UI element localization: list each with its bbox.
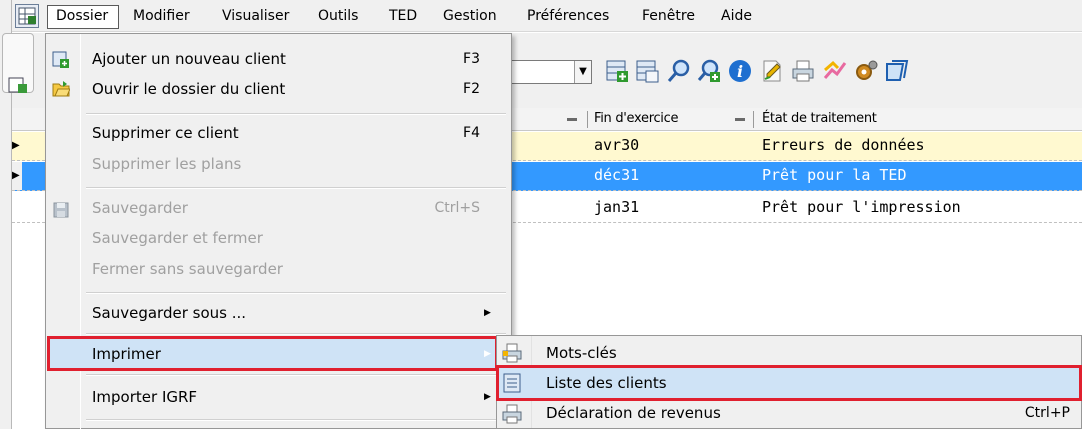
menu-item-sauvegarder-sous[interactable]: Sauvegarder sous ... [92, 304, 246, 322]
menu-aide[interactable]: Aide [721, 8, 752, 24]
add-client-toolbar-icon[interactable] [604, 58, 630, 84]
column-collapse-icon[interactable] [735, 118, 745, 121]
chevron-down-icon[interactable]: ▼ [574, 61, 591, 83]
column-header-etat[interactable]: État de traitement [762, 111, 877, 126]
shortcut-ctrl-p: Ctrl+P [1024, 405, 1070, 421]
menu-dossier[interactable]: Dossier [56, 8, 108, 24]
submenu-arrow-icon: ▶ [484, 308, 491, 318]
menu-separator [86, 292, 506, 294]
shortcut-f3: F3 [463, 51, 480, 67]
menu-separator [86, 419, 506, 421]
printer-icon [502, 343, 522, 363]
menu-item-sauvegarder: Sauvegarder [92, 199, 188, 217]
column-header-fin-exercice[interactable]: Fin d'exercice [594, 111, 678, 126]
client-tab-icon [8, 77, 27, 93]
menu-separator [86, 187, 506, 189]
submenu-item-liste-clients[interactable]: Liste des clients [546, 374, 667, 392]
client-list-icon [503, 373, 521, 393]
cell-fin-exercice: avr30 [594, 136, 640, 154]
info-icon[interactable]: i [727, 58, 753, 84]
menu-item-imprimer[interactable]: Imprimer [92, 345, 161, 363]
column-separator [587, 111, 588, 128]
menu-outils[interactable]: Outils [318, 8, 358, 24]
menu-preferences[interactable]: Préférences [527, 8, 609, 24]
cell-etat: Prêt pour l'impression [762, 198, 961, 216]
cell-etat: Prêt pour la TED [762, 166, 907, 184]
menu-separator [86, 113, 506, 115]
menu-item-importer-igrf[interactable]: Importer IGRF [92, 388, 197, 406]
menu-item-ajouter-client[interactable]: Ajouter un nouveau client [92, 50, 286, 68]
cell-etat: Erreurs de données [762, 136, 925, 154]
open-folder-icon [52, 81, 70, 97]
row-pointer-icon: ▶ [12, 140, 20, 151]
cell-fin-exercice: jan31 [594, 198, 640, 216]
menu-gestion[interactable]: Gestion [443, 8, 497, 24]
shortcut-f2: F2 [463, 81, 480, 97]
menu-fenetre[interactable]: Fenêtre [642, 8, 695, 24]
row-pointer-icon: ▶ [12, 162, 22, 190]
submenu-arrow-icon: ▶ [484, 349, 491, 359]
menu-item-sauvegarder-fermer: Sauvegarder et fermer [92, 229, 263, 247]
submenu-arrow-icon: ▶ [484, 392, 491, 402]
book-icon[interactable] [884, 58, 910, 84]
menu-item-ouvrir-dossier[interactable]: Ouvrir le dossier du client [92, 80, 285, 98]
search-add-icon[interactable] [696, 58, 722, 84]
menu-ted[interactable]: TED [389, 8, 417, 24]
app-grid-icon [18, 7, 36, 25]
transmit-icon[interactable] [822, 58, 848, 84]
settings-gear-icon[interactable] [853, 58, 879, 84]
search-icon[interactable] [666, 58, 692, 84]
menu-item-supprimer-plans: Supprimer les plans [92, 155, 242, 173]
menu-item-supprimer-client[interactable]: Supprimer ce client [92, 124, 239, 142]
submenu-item-declaration-revenus[interactable]: Déclaration de revenus [546, 404, 721, 422]
menu-modifier[interactable]: Modifier [133, 8, 190, 24]
printer-icon [502, 404, 522, 424]
cell-fin-exercice: déc31 [594, 166, 640, 184]
menu-item-fermer-sans-sauvegarder: Fermer sans sauvegarder [92, 260, 283, 278]
column-collapse-icon[interactable] [567, 118, 577, 121]
menu-visualiser[interactable]: Visualiser [222, 8, 289, 24]
printer-icon[interactable] [790, 58, 816, 84]
client-list-toolbar-icon[interactable] [634, 58, 660, 84]
menu-separator [86, 333, 506, 335]
save-icon [53, 202, 69, 218]
edit-document-icon[interactable] [759, 58, 785, 84]
shortcut-ctrl-s: Ctrl+S [434, 200, 480, 216]
shortcut-f4: F4 [463, 125, 480, 141]
submenu-item-mots-cles[interactable]: Mots-clés [546, 344, 617, 362]
svg-text:i: i [737, 62, 743, 81]
column-separator [753, 111, 754, 128]
menu-separator [86, 374, 506, 376]
toolbar-client-tab[interactable] [2, 33, 34, 93]
add-client-icon [52, 51, 69, 68]
app-icon[interactable] [15, 4, 39, 28]
